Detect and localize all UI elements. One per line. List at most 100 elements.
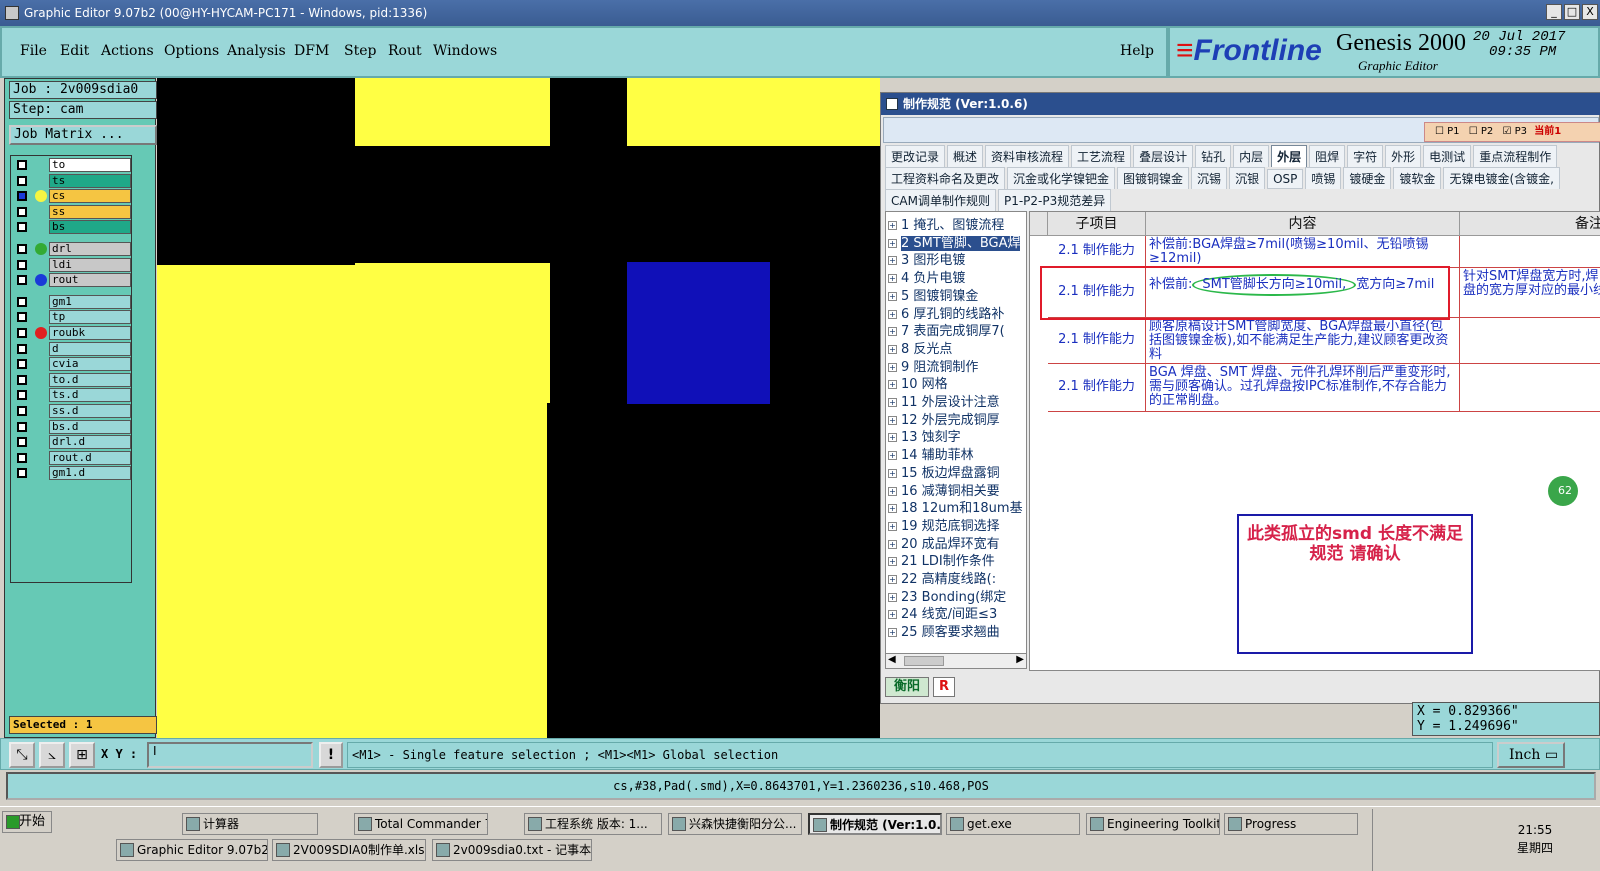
layer-name[interactable]: gm1 <box>49 294 131 309</box>
layer-name[interactable]: cs <box>49 189 131 204</box>
scroll-left-icon[interactable]: ◀ <box>888 654 896 665</box>
tab-tabs_row2-0[interactable]: 工程资料命名及更改 <box>885 167 1006 189</box>
expand-icon[interactable]: + <box>888 309 897 319</box>
tree-item[interactable]: +2 SMT管脚、BGA焊 <box>888 232 1021 251</box>
layer-checkbox[interactable] <box>17 222 27 233</box>
expand-icon[interactable]: + <box>888 221 897 230</box>
tab-tabs_row1-2[interactable]: 资料审核流程 <box>985 145 1070 167</box>
menu-actions[interactable]: Actions <box>101 43 154 59</box>
taskbar-button[interactable]: Progress <box>1224 813 1358 835</box>
menu-rout[interactable]: Rout <box>388 43 422 59</box>
scroll-thumb[interactable] <box>904 656 944 666</box>
layer-row-tp[interactable]: tp <box>11 310 131 325</box>
expand-icon[interactable]: + <box>888 557 897 567</box>
layer-checkbox[interactable] <box>17 191 27 202</box>
taskbar-button[interactable]: 兴森快捷衡阳分公... <box>668 813 802 835</box>
layer-checkbox[interactable] <box>17 437 27 448</box>
tree-item[interactable]: +15 板边焊盘露铜 <box>888 462 1000 481</box>
expand-icon[interactable]: + <box>888 274 897 284</box>
taskbar-button[interactable]: 2v009sdia0.txt - 记事本 <box>432 839 592 861</box>
layer-row-to-d[interactable]: to.d <box>11 372 131 387</box>
menu-help[interactable]: Help <box>1120 43 1154 59</box>
layer-checkbox[interactable] <box>17 296 27 307</box>
tab-tabs_row1-7[interactable]: 外层 <box>1271 145 1308 167</box>
tab-tabs_row1-9[interactable]: 字符 <box>1347 145 1384 167</box>
tree-item[interactable]: +14 辅助菲林 <box>888 444 974 463</box>
tree-item[interactable]: +6 厚孔铜的线路补 <box>888 303 1004 322</box>
expand-icon[interactable]: + <box>888 468 897 478</box>
menu-dfm[interactable]: DFM <box>294 43 329 59</box>
expand-icon[interactable]: + <box>888 362 897 372</box>
tree-item[interactable]: +1 掩孔、图镀流程 <box>888 214 1004 233</box>
p1-checkbox[interactable]: ☐ P1 <box>1435 126 1460 137</box>
expand-icon[interactable]: + <box>888 238 897 248</box>
layer-name[interactable]: ts <box>49 173 131 188</box>
tab-tabs_row1-1[interactable]: 概述 <box>947 145 984 167</box>
tree-scrollbar[interactable]: ◀ ▶ <box>885 653 1027 669</box>
tab-tabs_row2-8[interactable]: 镀软金 <box>1393 167 1442 189</box>
tree-item[interactable]: +23 Bonding(绑定 <box>888 586 1006 605</box>
layer-row-rout[interactable]: rout <box>11 273 131 288</box>
tree-item[interactable]: +10 网格 <box>888 373 948 392</box>
tab-tabs_row2-5[interactable]: OSP <box>1267 169 1304 189</box>
side-badge[interactable]: 62 <box>1548 476 1578 506</box>
close-button[interactable]: X <box>1582 4 1598 20</box>
taskbar-button[interactable]: Graphic Editor 9.07b2 (0... <box>116 839 268 861</box>
start-button[interactable]: 开始 <box>2 811 52 833</box>
tab-tabs_row1-6[interactable]: 内层 <box>1233 145 1270 167</box>
menu-edit[interactable]: Edit <box>60 43 89 59</box>
tree-item[interactable]: +18 12um和18um基 <box>888 497 1023 516</box>
layer-checkbox[interactable] <box>17 390 27 401</box>
tab-tabs_row1-10[interactable]: 外形 <box>1385 145 1422 167</box>
layer-checkbox[interactable] <box>17 312 27 323</box>
layer-row-ss[interactable]: ss <box>11 204 131 219</box>
tab-tabs_row1-0[interactable]: 更改记录 <box>885 145 946 167</box>
expand-icon[interactable]: + <box>888 521 897 531</box>
layer-name[interactable]: rout.d <box>49 450 131 465</box>
tab-tabs_row2-6[interactable]: 喷锡 <box>1305 167 1342 189</box>
layer-name[interactable]: to <box>49 158 131 172</box>
layer-checkbox[interactable] <box>17 244 27 254</box>
tree-item[interactable]: +5 图镀铜镍金 <box>888 285 978 304</box>
layer-row-drl[interactable]: drl <box>11 242 131 256</box>
layer-checkbox[interactable] <box>17 175 27 186</box>
expand-icon[interactable]: + <box>888 592 897 602</box>
row-note[interactable] <box>1460 236 1600 268</box>
tree-item[interactable]: +13 蚀刻字 <box>888 426 961 445</box>
measure-icon[interactable]: ⦣ <box>39 742 65 768</box>
tab-tabs_row1-3[interactable]: 工艺流程 <box>1071 145 1132 167</box>
layer-name[interactable]: bs <box>49 220 131 235</box>
layer-checkbox[interactable] <box>17 275 27 286</box>
layer-checkbox[interactable] <box>17 160 27 170</box>
expand-icon[interactable]: + <box>888 256 897 266</box>
row-note[interactable] <box>1460 318 1600 364</box>
tree-item[interactable]: +24 线宽/间距≤3 <box>888 603 997 622</box>
tab-tabs_row1-5[interactable]: 钻孔 <box>1195 145 1232 167</box>
row-note[interactable] <box>1460 364 1600 412</box>
tree-item[interactable]: +3 图形电镀 <box>888 249 965 268</box>
tree-item[interactable]: +12 外层完成铜厚 <box>888 409 1000 428</box>
taskbar-button[interactable]: Total Commander 7.... <box>354 813 488 835</box>
layer-name[interactable]: drl <box>49 242 131 256</box>
taskbar-button[interactable]: 制作规范 (Ver:1.0.... <box>808 813 942 835</box>
layer-row-cvia[interactable]: cvia <box>11 357 131 372</box>
expand-icon[interactable]: + <box>888 415 897 425</box>
graphic-canvas[interactable] <box>157 78 880 738</box>
layer-name[interactable]: d <box>49 341 131 356</box>
layer-row-bs[interactable]: bs <box>11 220 131 235</box>
layer-row-roubk[interactable]: roubk <box>11 326 131 340</box>
layer-row-ts[interactable]: ts <box>11 173 131 188</box>
tree-item[interactable]: +7 表面完成铜厚7( <box>888 320 1005 339</box>
unit-selector[interactable]: Inch ▭ <box>1497 742 1565 768</box>
row-sub[interactable]: 2.1 制作能力 <box>1048 318 1146 364</box>
xy-input[interactable]: I <box>147 742 313 768</box>
tab-tabs_row2-9[interactable]: 无镍电镀金(含镀金, <box>1443 167 1560 189</box>
layer-name[interactable]: bs.d <box>49 419 131 434</box>
layer-name[interactable]: ss <box>49 204 131 219</box>
tab-tabs_row2-4[interactable]: 沉银 <box>1229 167 1266 189</box>
expand-icon[interactable]: + <box>888 486 897 496</box>
header-sub[interactable]: 子项目 <box>1048 212 1146 236</box>
layer-name[interactable]: ldi <box>49 257 131 272</box>
layer-checkbox[interactable] <box>17 406 27 416</box>
tree-item[interactable]: +11 外层设计注意 <box>888 391 1000 410</box>
